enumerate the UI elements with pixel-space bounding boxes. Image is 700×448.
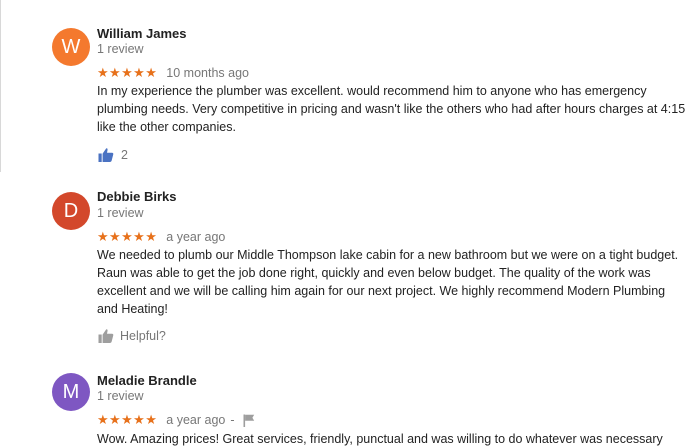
avatar[interactable]: W <box>52 28 90 66</box>
review-text: We needed to plumb our Middle Thompson l… <box>97 248 679 316</box>
reviewer-name[interactable]: Debbie Birks <box>97 189 176 204</box>
star-rating: ★★★★★ <box>97 412 158 427</box>
left-divider <box>0 0 1 172</box>
helpful-label: Helpful? <box>120 329 166 343</box>
rating-row: ★★★★★ a year ago - <box>97 412 255 428</box>
review-count[interactable]: 1 review <box>97 389 144 403</box>
avatar[interactable]: M <box>52 373 90 411</box>
review-count[interactable]: 1 review <box>97 206 144 220</box>
separator: - <box>230 413 235 427</box>
like-count: 2 <box>121 148 128 162</box>
review-time: 10 months ago <box>166 66 249 80</box>
reviewer-name[interactable]: William James <box>97 26 186 41</box>
reviewer-name[interactable]: Meladie Brandle <box>97 373 197 388</box>
review-time: a year ago <box>166 230 226 244</box>
like-button[interactable]: 2 <box>98 147 128 163</box>
rating-row: ★★★★★ 10 months ago <box>97 65 249 81</box>
flag-icon[interactable] <box>243 414 255 427</box>
review-count[interactable]: 1 review <box>97 42 144 56</box>
star-rating: ★★★★★ <box>97 65 158 80</box>
review-time: a year ago <box>166 413 226 427</box>
review-text: In my experience the plumber was excelle… <box>97 84 686 134</box>
thumbs-up-icon <box>98 147 114 163</box>
helpful-button[interactable]: Helpful? <box>98 328 166 344</box>
star-rating: ★★★★★ <box>97 229 158 244</box>
thumbs-up-icon <box>98 328 114 344</box>
review-text: Wow. Amazing prices! Great services, fri… <box>97 432 663 446</box>
rating-row: ★★★★★ a year ago <box>97 229 225 245</box>
avatar[interactable]: D <box>52 192 90 230</box>
